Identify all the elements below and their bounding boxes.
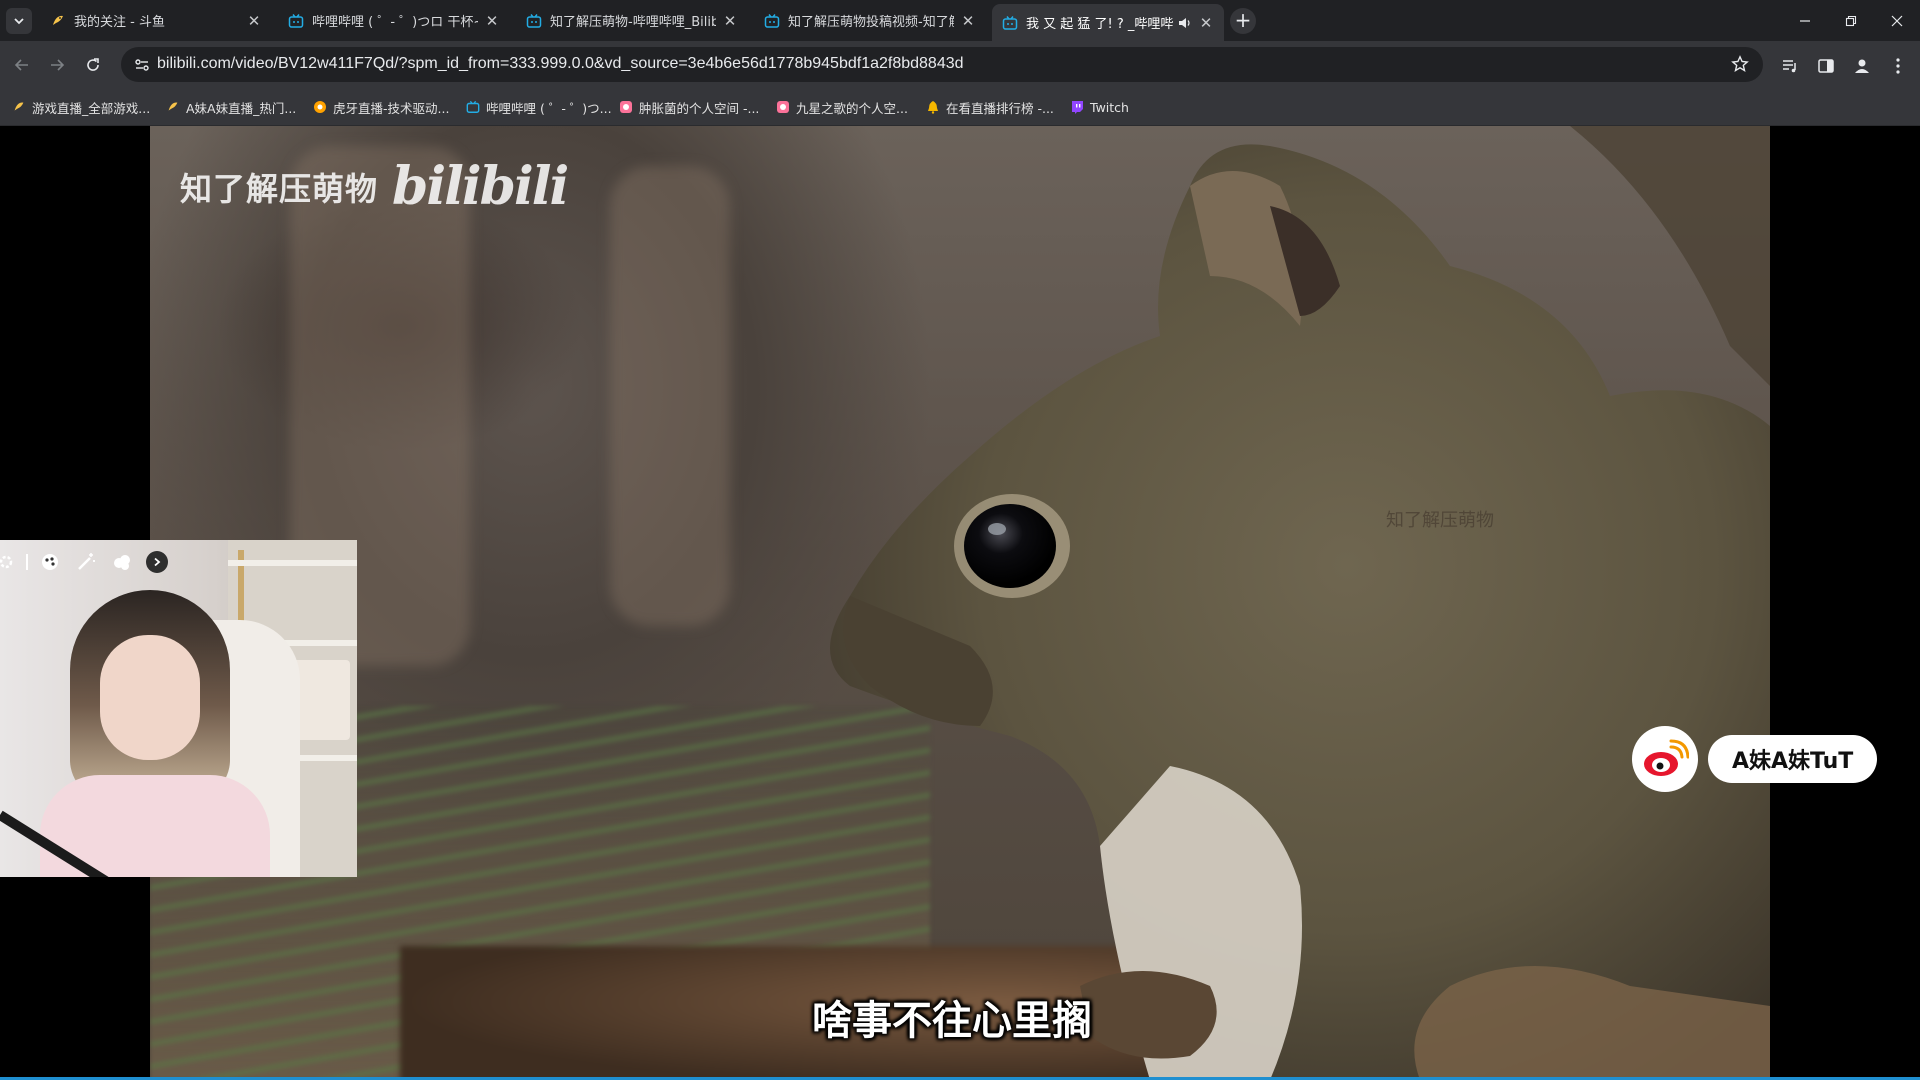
chevron-right-icon[interactable] — [146, 551, 168, 573]
media-controls-icon[interactable] — [1780, 56, 1800, 76]
bookmark-label: 虎牙直播-技术驱动... — [333, 100, 450, 116]
bookmark-star-icon[interactable] — [1731, 55, 1749, 73]
bilibili-watermark-logo: 知了解压萌物 bilibili — [180, 156, 569, 217]
tab-search-button[interactable] — [6, 8, 32, 34]
profile-icon[interactable] — [1852, 56, 1872, 76]
weibo-badge: A妹A妹TuT — [1632, 726, 1878, 792]
forward-button[interactable] — [43, 51, 71, 79]
douyu-fish-icon — [50, 13, 66, 29]
reload-icon — [87, 58, 99, 71]
bookmark-item[interactable]: Twitch — [1070, 98, 1129, 116]
bilibili-logo-text: bilibili — [392, 156, 569, 217]
bilibili-tv-icon — [288, 13, 304, 29]
shelf-board — [228, 560, 357, 566]
bookmark-label: 九星之歌的个人空... — [796, 100, 908, 116]
magic-wand-icon[interactable] — [72, 548, 100, 576]
divider — [26, 554, 28, 570]
tab-title: 知了解压萌物-哔哩哔哩_Bilibili — [550, 15, 716, 30]
tab-close-icon[interactable]: ✕ — [246, 13, 262, 29]
tab-zhiliao-videos[interactable]: 知了解压萌物投稿视频-知了解 ✕ — [754, 6, 986, 35]
bookmark-label: 游戏直播_全部游戏... — [32, 100, 151, 116]
video-viewport: 知了解压萌物 bilibili 知了解压萌物 啥事不往心里搁 A妹A妹TuT — [0, 126, 1920, 1080]
kebab-menu-icon[interactable] — [1888, 56, 1908, 76]
channel-name: 知了解压萌物 — [180, 169, 379, 208]
close-icon — [1891, 15, 1903, 26]
restore-button[interactable] — [1828, 0, 1874, 41]
gear-icon[interactable] — [0, 548, 20, 576]
reload-button[interactable] — [79, 51, 107, 79]
restore-icon — [1845, 15, 1857, 26]
weibo-icon — [1632, 726, 1698, 792]
speaker-icon[interactable] — [1178, 16, 1192, 30]
bell-icon — [926, 100, 940, 114]
douyu-fish-icon — [12, 100, 26, 114]
back-button[interactable] — [8, 51, 36, 79]
bookmark-label: 哔哩哔哩 ( ゜- ゜)つ... — [486, 100, 612, 116]
twitch-icon — [1070, 100, 1084, 114]
tab-title: 哔哩哔哩 ( ゜- ゜)つロ 干杯~-bi — [312, 15, 478, 30]
video-player[interactable]: 知了解压萌物 bilibili 知了解压萌物 啥事不往心里搁 — [150, 126, 1770, 1080]
bookmark-item[interactable]: 九星之歌的个人空... — [776, 98, 908, 116]
browser-toolbar: bilibili.com/video/BV12w411F7Qd/?spm_id_… — [0, 41, 1920, 88]
tab-title: 知了解压萌物投稿视频-知了解 — [788, 15, 954, 30]
video-subtitle: 啥事不往心里搁 — [812, 998, 1092, 1044]
bilibili-tv-icon — [466, 100, 480, 114]
tab-close-icon[interactable]: ✕ — [722, 13, 738, 29]
tab-title: 我 又 起 猛 了! ? _哔哩哔 — [1026, 17, 1174, 32]
tab-close-icon[interactable]: ✕ — [484, 13, 500, 29]
minimize-button[interactable] — [1782, 0, 1828, 41]
palette-icon[interactable] — [36, 548, 64, 576]
video-watermark: 知了解压萌物 — [1386, 510, 1494, 531]
tab-strip: 我的关注 - 斗鱼 ✕ 哔哩哔哩 ( ゜- ゜)つロ 干杯~-bi ✕ 知了解压… — [0, 0, 1920, 41]
space-icon — [776, 100, 790, 114]
tab-zhiliao-space[interactable]: 知了解压萌物-哔哩哔哩_Bilibili ✕ — [516, 6, 748, 35]
side-panel-icon[interactable] — [1816, 56, 1836, 76]
tab-close-icon[interactable]: ✕ — [1198, 15, 1214, 31]
bookmark-label: A妹A妹直播_热门... — [186, 100, 297, 116]
site-settings-icon[interactable] — [133, 56, 151, 74]
arrow-left-icon — [14, 59, 28, 71]
bookmark-label: Twitch — [1090, 99, 1129, 115]
huya-icon — [313, 100, 327, 114]
arrow-right-icon — [51, 59, 65, 71]
bookmark-label: 在看直播排行榜 -... — [946, 100, 1054, 116]
douyu-fish-icon — [166, 100, 180, 114]
url-text[interactable]: bilibili.com/video/BV12w411F7Qd/?spm_id_… — [157, 55, 964, 73]
overlay-toolbar — [0, 540, 230, 584]
tab-active-video[interactable]: 我 又 起 猛 了! ? _哔哩哔 ✕ — [992, 4, 1224, 41]
new-tab-button[interactable]: + — [1230, 8, 1256, 34]
bilibili-tv-icon — [1002, 15, 1018, 31]
streamer-face — [100, 635, 200, 760]
bilibili-tv-icon — [526, 13, 542, 29]
squirrel-image — [830, 126, 1770, 1080]
bookmarks-bar: 游戏直播_全部游戏... A妹A妹直播_热门... 虎牙直播-技术驱动... 哔… — [0, 88, 1920, 126]
minimize-icon — [1800, 19, 1810, 22]
tab-douyu-follow[interactable]: 我的关注 - 斗鱼 ✕ — [40, 6, 272, 35]
bookmark-item[interactable]: 游戏直播_全部游戏... — [12, 98, 150, 116]
space-icon — [619, 100, 633, 114]
close-window-button[interactable] — [1874, 0, 1920, 41]
bookmark-item[interactable]: 肿胀菌的个人空间 -... — [619, 98, 759, 116]
streamer-name: A妹A妹TuT — [1708, 735, 1878, 783]
tab-bilibili-home[interactable]: 哔哩哔哩 ( ゜- ゜)つロ 干杯~-bi ✕ — [278, 6, 510, 35]
sticker-icon[interactable] — [108, 548, 136, 576]
tab-close-icon[interactable]: ✕ — [960, 13, 976, 29]
address-bar[interactable]: bilibili.com/video/BV12w411F7Qd/?spm_id_… — [121, 47, 1763, 82]
tab-title: 我的关注 - 斗鱼 — [74, 15, 165, 30]
bookmark-item[interactable]: A妹A妹直播_热门... — [166, 98, 296, 116]
streamer-webcam — [0, 540, 357, 877]
chevron-down-icon — [14, 18, 24, 25]
bilibili-tv-icon — [764, 13, 780, 29]
bookmark-item[interactable]: 在看直播排行榜 -... — [926, 98, 1054, 116]
bookmark-label: 肿胀菌的个人空间 -... — [639, 100, 760, 116]
bookmark-item[interactable]: 哔哩哔哩 ( ゜- ゜)つ... — [466, 98, 612, 116]
bookmark-item[interactable]: 虎牙直播-技术驱动... — [313, 98, 449, 116]
